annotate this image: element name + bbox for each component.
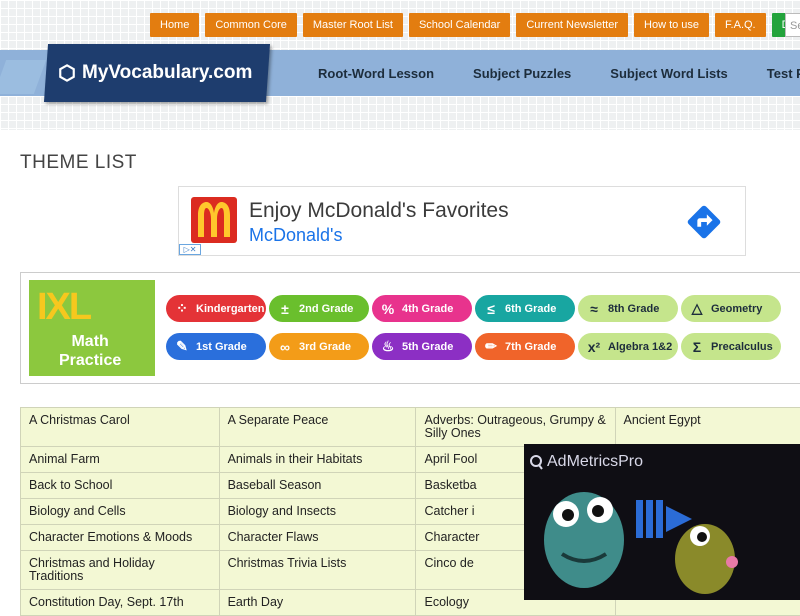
ixl-pill-algebra-1-2[interactable]: x² Algebra 1&2 <box>578 333 678 360</box>
nav-subject-puzzles[interactable]: Subject Puzzles <box>473 66 571 81</box>
theme-link[interactable]: Earth Day <box>219 590 416 616</box>
ixl-pill-2nd-grade[interactable]: ±2nd Grade <box>269 295 369 322</box>
approx-icon: ≈ <box>586 301 602 317</box>
theme-link[interactable]: A Christmas Carol <box>21 408 220 447</box>
ixl-pill-label: 5th Grade <box>402 341 453 353</box>
ixl-logo: IXL <box>37 286 90 329</box>
top-navigation: Home Common Core Master Root List School… <box>150 13 800 37</box>
main-navigation: Root-Word Lesson Subject Puzzles Subject… <box>318 50 800 96</box>
ixl-pill-label: 7th Grade <box>505 341 556 353</box>
ixl-subtitle: Math Practice <box>59 332 121 370</box>
search-input[interactable]: Se <box>785 13 800 37</box>
mcdonalds-ad[interactable]: Enjoy McDonald's Favorites McDonald's ▷✕ <box>178 186 746 256</box>
plus-minus-icon: ± <box>277 301 293 317</box>
dots-icon: ⁘ <box>174 300 190 317</box>
x-squared-icon: x² <box>586 339 602 355</box>
infinity-icon: ∞ <box>277 339 293 355</box>
hexagon-icon <box>58 64 76 82</box>
nav-test-prep[interactable]: Test Pre <box>767 66 800 81</box>
video-ad-brand-text: AdMetricsPro <box>547 453 643 471</box>
theme-link[interactable]: Christmas Trivia Lists <box>219 551 416 590</box>
ixl-pill-label: 6th Grade <box>505 303 556 315</box>
ixl-pill-1st-grade[interactable]: ✎ 1st Grade <box>166 333 266 360</box>
ad-headline: Enjoy McDonald's Favorites <box>249 199 509 223</box>
sigma-icon: Σ <box>689 339 705 355</box>
theme-link[interactable]: Character Flaws <box>219 525 416 551</box>
ixl-subtitle-line2: Practice <box>59 351 121 370</box>
theme-link[interactable]: Biology and Insects <box>219 499 416 525</box>
nav-school-calendar-button[interactable]: School Calendar <box>409 13 510 37</box>
ixl-pill-8th-grade[interactable]: ≈8th Grade <box>578 295 678 322</box>
ixl-pill-kindergarten[interactable]: ⁘ Kindergarten <box>166 295 266 322</box>
blue-monster-illustration <box>536 470 632 590</box>
theme-link[interactable]: Baseball Season <box>219 473 416 499</box>
ixl-pill-label: Kindergarten <box>196 303 264 315</box>
ixl-pill-label: Geometry <box>711 303 762 315</box>
theme-link[interactable]: A Separate Peace <box>219 408 416 447</box>
less-equal-icon: ≤ <box>483 301 499 317</box>
nav-root-word-lesson[interactable]: Root-Word Lesson <box>318 66 434 81</box>
theme-link[interactable]: Constitution Day, Sept. 17th <box>21 590 220 616</box>
nav-common-core-button[interactable]: Common Core <box>205 13 297 37</box>
ixl-subtitle-line1: Math <box>59 332 121 351</box>
theme-link[interactable]: Biology and Cells <box>21 499 220 525</box>
nav-master-root-list-button[interactable]: Master Root List <box>303 13 403 37</box>
video-ad-player[interactable]: AdMetricsPro <box>524 444 800 600</box>
ixl-pill-label: 1st Grade <box>196 341 247 353</box>
ixl-pill-label: 3rd Grade <box>299 341 351 353</box>
ixl-pill-3rd-grade[interactable]: ∞ 3rd Grade <box>269 333 369 360</box>
cake-icon: ♨ <box>380 338 396 355</box>
ixl-ad[interactable]: IXL Math Practice ⁘ Kindergarten ±2nd Grad… <box>20 272 800 384</box>
ixl-pill-4th-grade[interactable]: % 4th Grade <box>372 295 472 322</box>
table-row: A Christmas CarolA Separate PeaceAdverbs… <box>21 408 800 447</box>
mcdonalds-logo <box>191 197 237 243</box>
site-logo[interactable]: MyVocabulary.com <box>58 44 252 102</box>
theme-link[interactable]: Adverbs: Outrageous, Grumpy & Silly Ones <box>416 408 615 447</box>
ixl-pill-label: Algebra 1&2 <box>608 341 672 353</box>
ixl-pill-7th-grade[interactable]: ✏ 7th Grade <box>475 333 575 360</box>
theme-link[interactable]: Animals in their Habitats <box>219 447 416 473</box>
adchoices-icon[interactable]: ▷✕ <box>179 244 201 255</box>
nav-subject-word-lists[interactable]: Subject Word Lists <box>610 66 728 81</box>
video-ad-brand: AdMetricsPro <box>529 453 643 471</box>
admetrics-logo-icon <box>529 454 543 470</box>
ixl-pill-label: 4th Grade <box>402 303 453 315</box>
theme-link[interactable]: Character Emotions & Moods <box>21 525 220 551</box>
triangle-icon: △ <box>689 300 705 317</box>
ixl-pill-6th-grade[interactable]: ≤6th Grade <box>475 295 575 322</box>
theme-link[interactable]: Christmas and Holiday Traditions <box>21 551 220 590</box>
theme-link[interactable]: Ancient Egypt <box>615 408 800 447</box>
ad-brand-link[interactable]: McDonald's <box>249 225 342 246</box>
ixl-pill-label: 2nd Grade <box>299 303 353 315</box>
golden-arches-icon <box>191 197 237 243</box>
ixl-pill-precalculus[interactable]: Σ Precalculus <box>681 333 781 360</box>
theme-link[interactable]: Animal Farm <box>21 447 220 473</box>
ixl-pill-label: Precalculus <box>711 341 773 353</box>
theme-link[interactable]: Back to School <box>21 473 220 499</box>
pencil-cup-icon: ✎ <box>174 338 190 355</box>
nav-how-to-use-button[interactable]: How to use <box>634 13 709 37</box>
directions-arrow-icon[interactable] <box>685 203 723 241</box>
nav-home-button[interactable]: Home <box>150 13 199 37</box>
nav-current-newsletter-button[interactable]: Current Newsletter <box>516 13 628 37</box>
ixl-pill-geometry[interactable]: △ Geometry <box>681 295 781 322</box>
ixl-pill-label: 8th Grade <box>608 303 659 315</box>
ixl-pill-5th-grade[interactable]: ♨ 5th Grade <box>372 333 472 360</box>
site-logo-text: MyVocabulary.com <box>82 62 252 84</box>
nav-faq-button[interactable]: F.A.Q. <box>715 13 766 37</box>
pencil-icon: ✏ <box>483 338 499 355</box>
page-title: THEME LIST <box>20 152 137 174</box>
percent-icon: % <box>380 301 396 317</box>
yellow-monster-illustration <box>660 504 750 594</box>
ixl-logo-text: IXL <box>37 286 90 328</box>
ixl-logo-panel: IXL Math Practice <box>29 280 155 376</box>
